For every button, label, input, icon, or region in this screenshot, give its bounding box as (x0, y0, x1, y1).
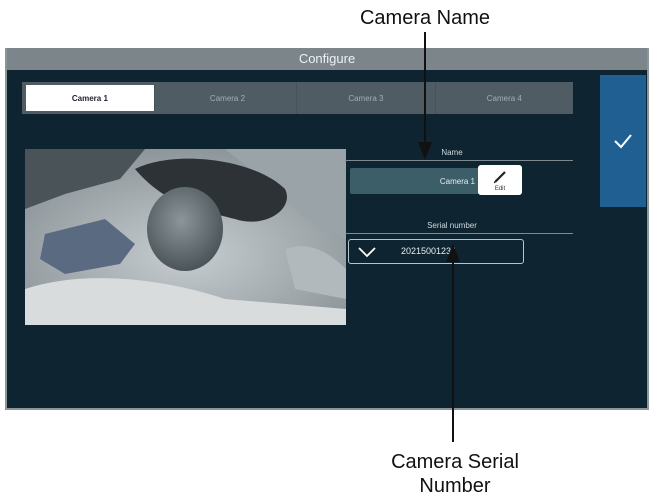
camera-serial-callout: Camera Serial Number (360, 450, 550, 498)
confirm-button[interactable] (600, 75, 646, 207)
edit-label: Edit (494, 186, 506, 192)
serial-number-dropdown[interactable]: 20215001234 (348, 239, 524, 264)
camera-tabs: Camera 1 Camera 2 Camera 3 Camera 4 (22, 82, 573, 114)
camera-name-callout: Camera Name (359, 7, 491, 29)
chevron-down-icon (358, 247, 376, 258)
tab-camera-4[interactable]: Camera 4 (436, 82, 573, 114)
serial-heading: Serial number (427, 221, 477, 230)
name-divider (345, 160, 573, 161)
pencil-icon (493, 171, 506, 184)
camera-name-field[interactable]: Camera 1 (350, 168, 485, 194)
tab-camera-3[interactable]: Camera 3 (297, 82, 436, 114)
tab-camera-1[interactable]: Camera 1 (26, 85, 155, 111)
tab-camera-2[interactable]: Camera 2 (159, 82, 298, 114)
camera-serial-callout-text: Camera Serial Number (391, 451, 519, 497)
camera-preview (25, 149, 346, 325)
window-title: Configure (7, 48, 647, 70)
configure-window: Configure Camera 1 Camera 2 Camera 3 Cam… (5, 48, 649, 410)
edit-name-button[interactable]: Edit (478, 165, 522, 195)
checkmark-icon (614, 134, 632, 149)
serial-divider (345, 233, 573, 234)
